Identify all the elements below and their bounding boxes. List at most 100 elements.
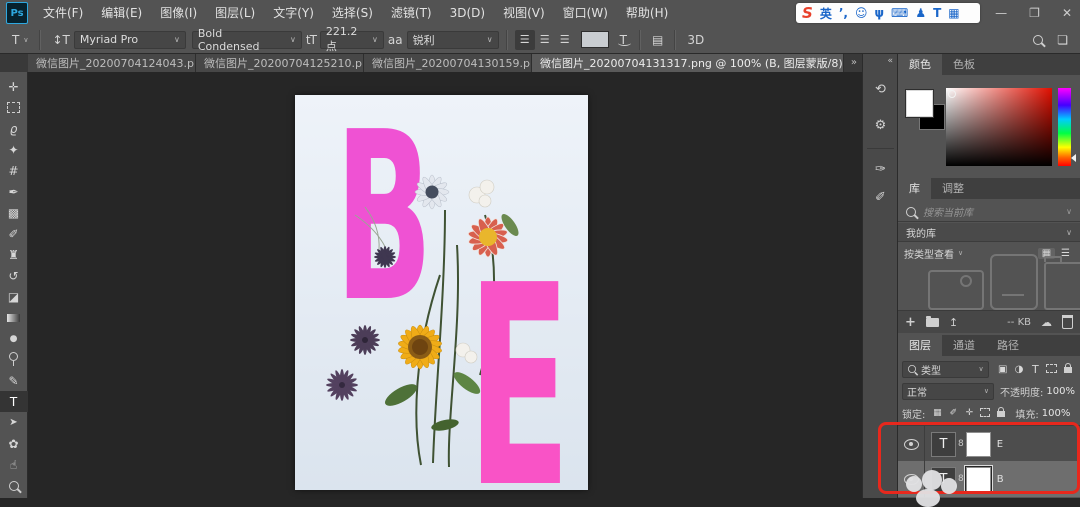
tab-paths[interactable]: 路径 bbox=[986, 335, 1030, 356]
fill-value[interactable]: 100% bbox=[1042, 408, 1071, 419]
emoji-icon[interactable]: ☺ bbox=[855, 6, 868, 20]
hue-slider-knob[interactable] bbox=[1071, 154, 1076, 162]
filter-shape-layers-icon[interactable] bbox=[1043, 362, 1059, 376]
delete-icon[interactable] bbox=[1062, 315, 1073, 329]
align-center-button[interactable]: ☰ bbox=[535, 30, 555, 50]
library-search-field[interactable]: 搜索当前库 ∨ bbox=[898, 202, 1080, 222]
menu-3d[interactable]: 3D(D) bbox=[441, 0, 494, 26]
align-right-button[interactable]: ☰ bbox=[555, 30, 575, 50]
custom-shape-tool[interactable]: ✿ bbox=[0, 433, 28, 454]
menu-filter[interactable]: 滤镜(T) bbox=[382, 0, 441, 26]
blend-mode-select[interactable]: 正常 ∨ bbox=[902, 383, 994, 400]
view-by-type-dropdown[interactable]: 按类型查看 bbox=[904, 246, 954, 261]
canvas-document[interactable]: B E bbox=[295, 95, 588, 490]
menu-image[interactable]: 图像(I) bbox=[151, 0, 206, 26]
menu-layer[interactable]: 图层(L) bbox=[206, 0, 264, 26]
magic-wand-tool[interactable]: ✦ bbox=[0, 139, 28, 160]
type-layer-thumbnail[interactable]: T bbox=[931, 432, 956, 457]
history-panel-button[interactable]: ⟲ bbox=[866, 76, 895, 102]
gradient-tool[interactable] bbox=[0, 307, 28, 328]
properties-panel-button[interactable]: ⚙ bbox=[866, 112, 895, 138]
brush-settings-panel-button[interactable]: ✑ bbox=[866, 156, 895, 182]
menu-window[interactable]: 窗口(W) bbox=[554, 0, 617, 26]
account-icon[interactable]: ♟ bbox=[915, 6, 926, 20]
path-selection-tool[interactable]: ➤ bbox=[0, 412, 28, 433]
hue-slider[interactable] bbox=[1058, 88, 1071, 166]
clone-stamp-tool[interactable]: ♜ bbox=[0, 244, 28, 265]
toggle-panels-button[interactable]: ▤ bbox=[648, 29, 667, 51]
tab-color[interactable]: 颜色 bbox=[898, 54, 942, 75]
eraser-tool[interactable]: ◪ bbox=[0, 286, 28, 307]
tab-libraries[interactable]: 库 bbox=[898, 178, 931, 199]
opacity-value[interactable]: 100% bbox=[1046, 386, 1075, 397]
ime-language-toggle[interactable]: 英 bbox=[820, 5, 832, 22]
type-tool-preset[interactable]: T ∨ bbox=[8, 29, 32, 51]
lasso-tool[interactable]: ϱ bbox=[0, 118, 28, 139]
upload-icon[interactable]: ↥ bbox=[949, 316, 958, 329]
tab-adjustments[interactable]: 调整 bbox=[931, 178, 975, 199]
menu-type[interactable]: 文字(Y) bbox=[264, 0, 323, 26]
layer-name[interactable]: E bbox=[997, 439, 1003, 450]
font-family-select[interactable]: Myriad Pro ∨ bbox=[74, 31, 186, 49]
tab-channels[interactable]: 通道 bbox=[942, 335, 986, 356]
filter-adjustment-layers-icon[interactable]: ◑ bbox=[1011, 364, 1027, 375]
warp-text-button[interactable]: T bbox=[615, 33, 632, 47]
tab-layers[interactable]: 图层 bbox=[898, 335, 942, 356]
document-tab[interactable]: 微信图片_20200704125210.png × bbox=[196, 54, 364, 72]
hand-tool[interactable]: ☝ bbox=[0, 454, 28, 475]
tab-swatches[interactable]: 色板 bbox=[942, 54, 986, 75]
marquee-tool[interactable] bbox=[0, 97, 28, 118]
expand-panels-icon[interactable]: « bbox=[887, 56, 893, 66]
restore-button[interactable]: ❐ bbox=[1029, 6, 1040, 20]
layer-mask-thumbnail[interactable] bbox=[966, 432, 991, 457]
document-tab-active[interactable]: 微信图片_20200704131317.png @ 100% (B, 图层蒙版/… bbox=[532, 54, 844, 72]
lock-paint-icon[interactable]: ✐ bbox=[945, 408, 961, 418]
menu-help[interactable]: 帮助(H) bbox=[617, 0, 677, 26]
menu-file[interactable]: 文件(F) bbox=[34, 0, 92, 26]
crop-tool[interactable]: # bbox=[0, 160, 28, 181]
move-tool[interactable]: ✛ bbox=[0, 76, 28, 97]
lock-all-icon[interactable] bbox=[993, 406, 1009, 420]
blur-tool[interactable]: ● bbox=[0, 328, 28, 349]
font-size-select[interactable]: 221.2 点 ∨ bbox=[320, 31, 384, 49]
menu-view[interactable]: 视图(V) bbox=[494, 0, 554, 26]
align-left-button[interactable]: ☰ bbox=[515, 30, 535, 50]
filter-pixel-layers-icon[interactable]: ▣ bbox=[995, 364, 1011, 375]
document-tab[interactable]: 微信图片_20200704130159.png × bbox=[364, 54, 532, 72]
type-tool[interactable]: T bbox=[0, 391, 28, 412]
document-tab[interactable]: 微信图片_20200704124043.png × bbox=[28, 54, 196, 72]
brushes-panel-button[interactable]: ✐ bbox=[866, 184, 895, 210]
ime-punctuation-icon[interactable]: ’, bbox=[839, 6, 848, 20]
zoom-tool[interactable] bbox=[0, 475, 28, 496]
microphone-icon[interactable]: ψ bbox=[874, 6, 884, 20]
ime-menu-icon[interactable]: ▦ bbox=[948, 6, 959, 20]
lock-position-icon[interactable]: ✛ bbox=[961, 408, 977, 418]
keyboard-icon[interactable]: ⌨ bbox=[891, 6, 908, 20]
cloud-sync-icon[interactable]: ☁ bbox=[1041, 316, 1052, 329]
brush-tool[interactable]: ✐ bbox=[0, 223, 28, 244]
dodge-tool[interactable] bbox=[0, 349, 28, 370]
menu-select[interactable]: 选择(S) bbox=[323, 0, 382, 26]
3d-button[interactable]: 3D bbox=[683, 29, 708, 51]
color-field-knob[interactable] bbox=[948, 90, 956, 98]
saturation-brightness-field[interactable] bbox=[946, 88, 1052, 166]
layer-filter-select[interactable]: 类型 ∨ bbox=[902, 361, 989, 378]
foreground-color-swatch[interactable] bbox=[906, 90, 933, 117]
ime-toolbar[interactable]: S 英 ’, ☺ ψ ⌨ ♟ T ▦ bbox=[796, 3, 980, 23]
healing-brush-tool[interactable]: ▩ bbox=[0, 202, 28, 223]
minimize-button[interactable]: — bbox=[995, 6, 1007, 20]
filter-smart-objects-icon[interactable] bbox=[1060, 362, 1076, 376]
library-select[interactable]: 我的库 ∨ bbox=[898, 223, 1080, 242]
layer-row-e[interactable]: T 8 E bbox=[898, 425, 1080, 462]
pen-tool[interactable]: ✎ bbox=[0, 370, 28, 391]
font-style-select[interactable]: Bold Condensed ∨ bbox=[192, 31, 302, 49]
layer-name[interactable]: B bbox=[997, 474, 1004, 485]
skin-icon[interactable]: T bbox=[933, 6, 941, 20]
lock-artboard-icon[interactable] bbox=[977, 406, 993, 420]
menu-edit[interactable]: 编辑(E) bbox=[92, 0, 151, 26]
layer-visibility-toggle[interactable] bbox=[898, 426, 925, 462]
search-icon[interactable] bbox=[1033, 35, 1043, 45]
anti-alias-select[interactable]: 锐利 ∨ bbox=[407, 31, 499, 49]
filter-type-layers-icon[interactable]: T bbox=[1027, 363, 1043, 376]
text-orientation-button[interactable]: ↕T bbox=[48, 29, 73, 51]
